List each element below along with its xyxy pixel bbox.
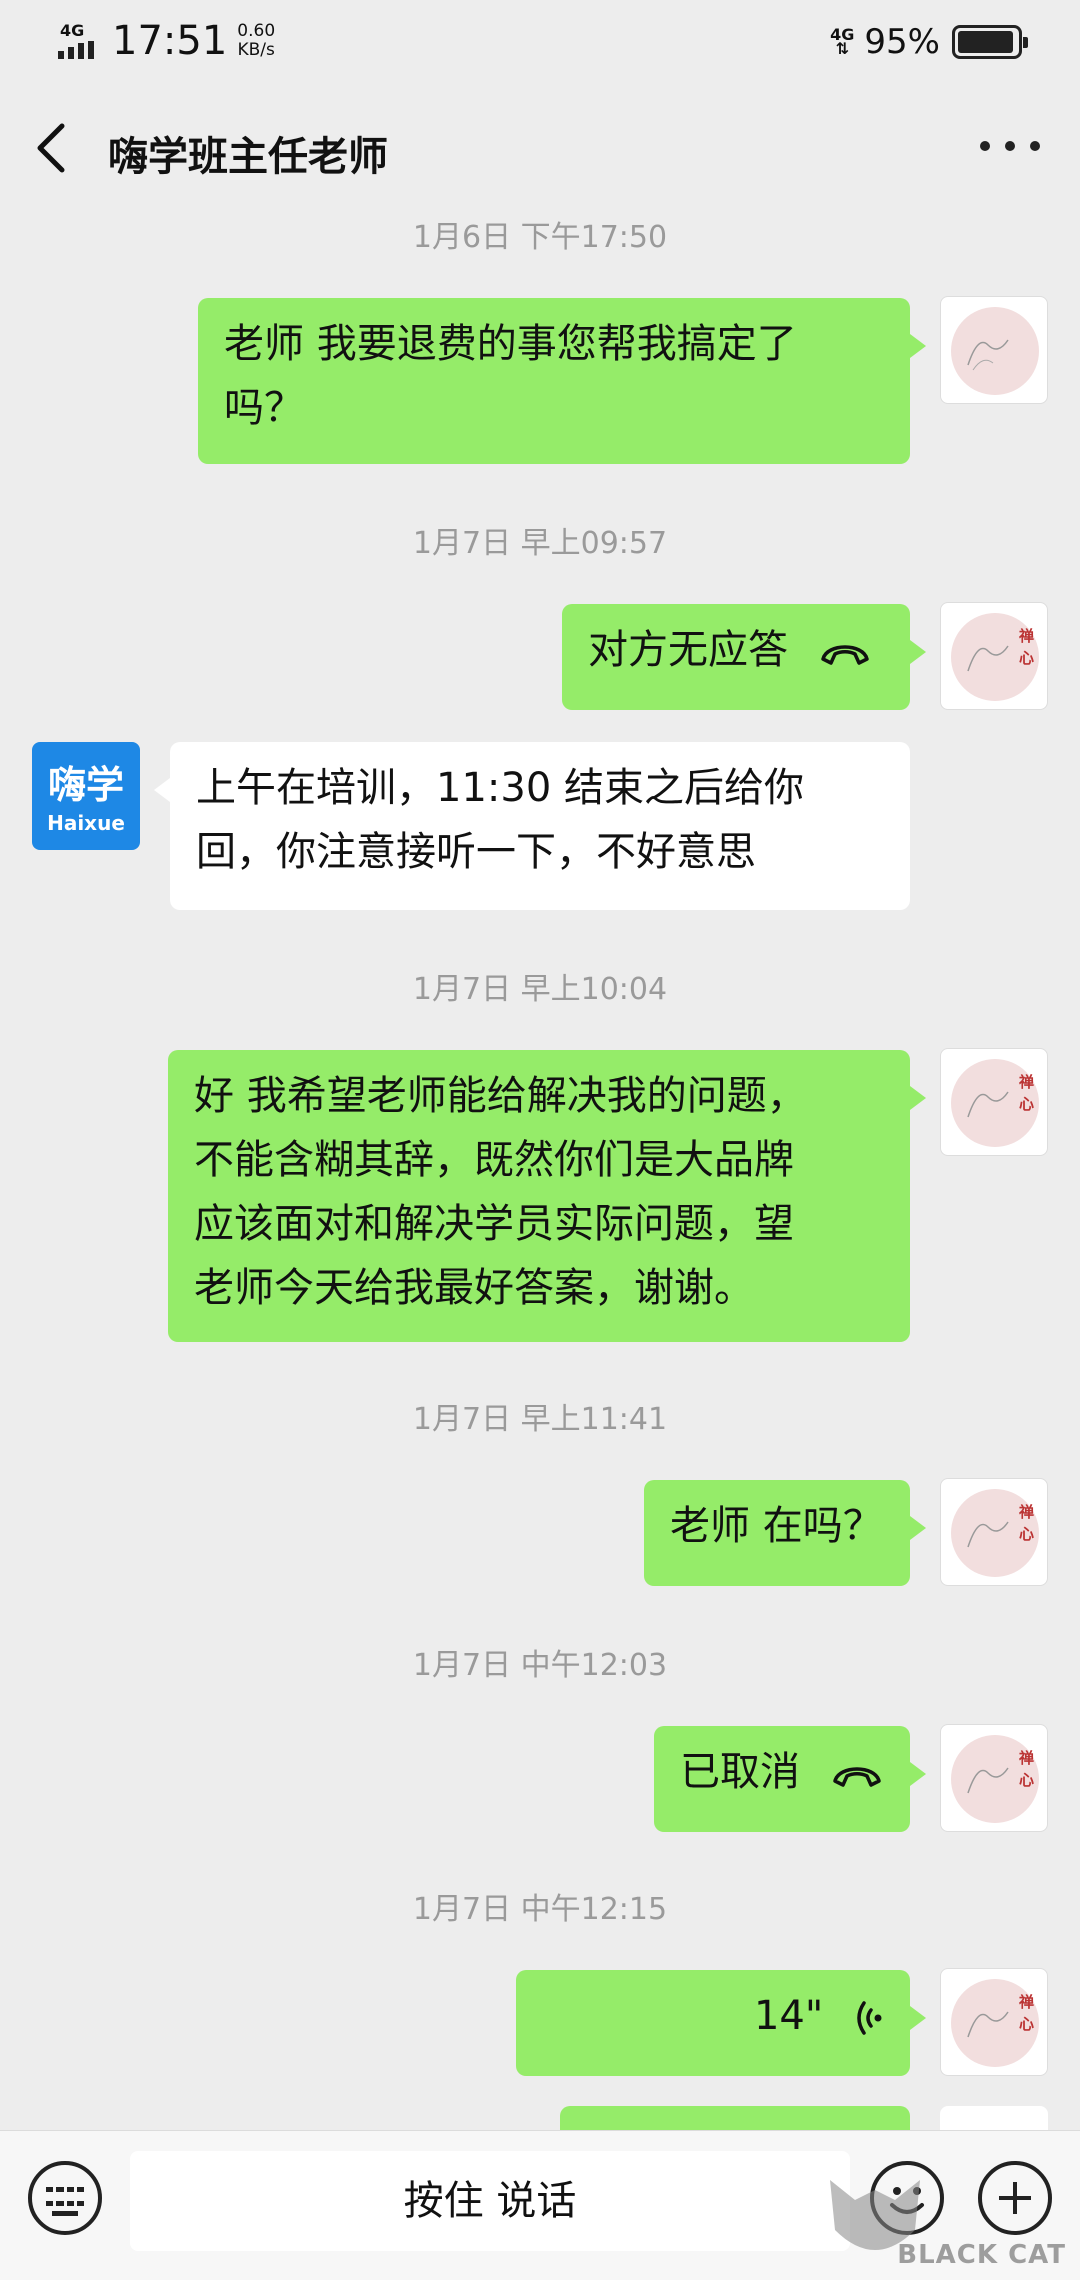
voice-duration: 14" <box>753 1993 824 2039</box>
my-avatar[interactable]: 禅心 <box>940 602 1048 710</box>
timestamp: 1月6日 下午17:50 <box>412 220 668 255</box>
call-record-bubble[interactable]: 已取消 <box>654 1726 926 1832</box>
status-bar: 4G 17:51 0.60 KB/s 4G ⇅ 95% <box>0 0 1080 80</box>
timestamp: 1月7日 中午12:03 <box>412 1648 668 1683</box>
timestamp: 1月7日 早上09:57 <box>412 526 668 561</box>
network-speed: 0.60 KB/s <box>237 21 276 60</box>
my-avatar[interactable]: 禅心 <box>940 1724 1048 1832</box>
my-avatar[interactable] <box>940 296 1048 404</box>
battery-icon <box>952 25 1028 59</box>
keyboard-icon[interactable] <box>28 2161 102 2235</box>
timestamp: 1月7日 早上10:04 <box>412 972 668 1007</box>
my-avatar[interactable]: 禅心 <box>940 1478 1048 1586</box>
network-type-icon: 4G ⇅ <box>830 25 855 58</box>
timestamp: 1月7日 中午12:15 <box>412 1892 668 1927</box>
message-bubble-outgoing[interactable]: 老师 在吗？ <box>644 1480 926 1586</box>
voice-message-bubble[interactable]: 14" <box>516 1970 926 2076</box>
my-avatar[interactable] <box>940 2106 1048 2130</box>
chat-title: 嗨学班主任老师 <box>108 134 388 180</box>
voice-wave-icon <box>857 2001 882 2035</box>
message-bubble-outgoing[interactable]: 好 我希望老师能给解决我的问题， 不能含糊其辞，既然你们是大品牌 应该面对和解决… <box>168 1050 926 1342</box>
cellular-signal-icon: 4G <box>58 21 104 61</box>
battery-percent: 95% <box>864 22 940 62</box>
back-arrow-icon[interactable] <box>30 120 74 176</box>
more-options-icon[interactable] <box>980 136 1040 156</box>
message-bubble-incoming[interactable]: 上午在培训，11:30 结束之后给你 回，你注意接听一下，不好意思 <box>154 742 910 910</box>
watermark: BLACK CAT <box>820 2160 1080 2280</box>
chat-header: 嗨学班主任老师 <box>0 80 1080 212</box>
contact-avatar[interactable]: 嗨学 Haixue <box>32 742 140 850</box>
phone-hangup-icon <box>820 645 869 665</box>
call-record-bubble[interactable]: 对方无应答 <box>562 604 926 710</box>
status-time: 17:51 <box>112 18 228 64</box>
my-avatar[interactable]: 禅心 <box>940 1968 1048 2076</box>
hold-to-talk-button[interactable]: 按住 说话 <box>130 2151 850 2251</box>
my-avatar[interactable]: 禅心 <box>940 1048 1048 1156</box>
phone-hangup-icon <box>832 1767 881 1787</box>
message-bubble-outgoing[interactable]: 老师 我要退费的事您帮我搞定了 吗？ <box>198 298 926 464</box>
timestamp: 1月7日 早上11:41 <box>412 1402 668 1437</box>
